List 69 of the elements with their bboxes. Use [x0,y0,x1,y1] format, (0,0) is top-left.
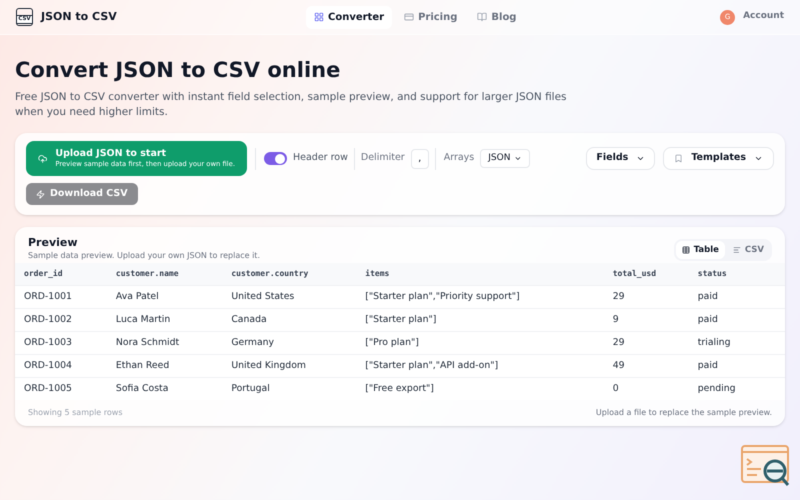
nav-link[interactable]: Blog [469,6,524,28]
column-header: status [698,268,728,280]
header-row-switch[interactable] [264,152,287,165]
table-cell-text: paid [698,313,719,327]
table-cell-text: paid [698,290,719,304]
row-count: Showing 5 sample rows [28,407,122,419]
table-cell-text: Ava Patel [116,290,160,304]
fields-button[interactable]: Fields [586,147,656,170]
table-icon [682,246,690,254]
page-title: Convert JSON to CSV online [15,57,342,84]
code-search-icon[interactable] [741,445,791,489]
card-icon [404,12,414,22]
table-cell-text: ORD-1001 [24,290,73,304]
nav-link[interactable]: Pricing [396,6,466,28]
table-cell-text: 0 [612,382,620,396]
table-cell-text: Canada [231,313,268,327]
upload-icon [38,152,48,164]
preview-hint: Upload a file to replace the sample preview. [596,407,772,419]
account-link[interactable]: Account [743,10,784,24]
table-cell-text: ORD-1003 [24,336,73,350]
table-cell-text: 29 [612,336,626,350]
table-cell-text: ["Starter plan"] [365,313,438,327]
table-cell-text: pending [698,382,737,396]
column-header: customer.country [231,268,310,280]
table-cell-text: United States [231,290,296,304]
grid-icon [314,12,324,22]
table-cell-text: 9 [612,313,620,327]
arrays-label: Arrays [444,151,474,166]
column-header: total_usd [612,268,658,280]
templates-button[interactable]: Templates [663,147,774,170]
view-tab[interactable]: Table [676,241,725,259]
brand-name[interactable]: JSON to CSV [41,8,117,26]
delimiter-label: Delimiter [360,151,405,166]
bookmark-icon [674,154,684,163]
table-cell-text: ORD-1004 [24,359,73,373]
table-cell-text: Portugal [231,382,271,396]
table-cell-text: Nora Schmidt [116,336,180,350]
table-cell-text: trialing [698,336,732,350]
table-cell-text: 49 [612,359,626,373]
header-row-label: Header row [293,151,348,166]
view-tab[interactable]: CSV [726,241,770,259]
table-cell-text: ["Starter plan","API add-on"] [365,359,500,373]
table-cell-text: ORD-1002 [24,313,73,327]
table-cell-text: Sofia Costa [116,382,170,396]
preview-subtitle: Sample data preview. Upload your own JSON to replace it. [28,250,260,261]
table-cell-text: paid [698,359,719,373]
preview-title: Preview [28,236,79,250]
chevron-icon [636,154,646,163]
lines-icon [732,246,741,254]
table-cell-text: Luca Martin [116,313,172,327]
chevron-icon [754,154,763,163]
arrays-select[interactable]: JSON [480,149,530,168]
delimiter-field[interactable]: , [410,148,429,168]
column-header: customer.name [116,268,180,280]
book-icon [477,12,488,22]
column-header: items [365,268,390,280]
table-cell-text: Germany [231,336,276,350]
table-cell-text: ["Pro plan"] [365,336,420,350]
table-cell-text: United Kingdom [231,359,307,373]
table-cell-text: 29 [612,290,626,304]
chevron-icon [514,154,522,163]
table-cell-text: ["Free export"] [365,382,435,396]
nav-link[interactable]: Converter [306,6,392,28]
table-cell-text: ORD-1005 [24,382,73,396]
table-cell-text: ["Starter plan","Priority support"] [365,290,521,304]
column-header: order_id [24,268,64,280]
page-subtitle: Free JSON to CSV converter with instant field selection, sample preview, and support for larger JSON files when you need higher limits. [15,90,568,120]
lightning-icon [36,190,45,198]
table-cell-text: Ethan Reed [116,359,170,373]
